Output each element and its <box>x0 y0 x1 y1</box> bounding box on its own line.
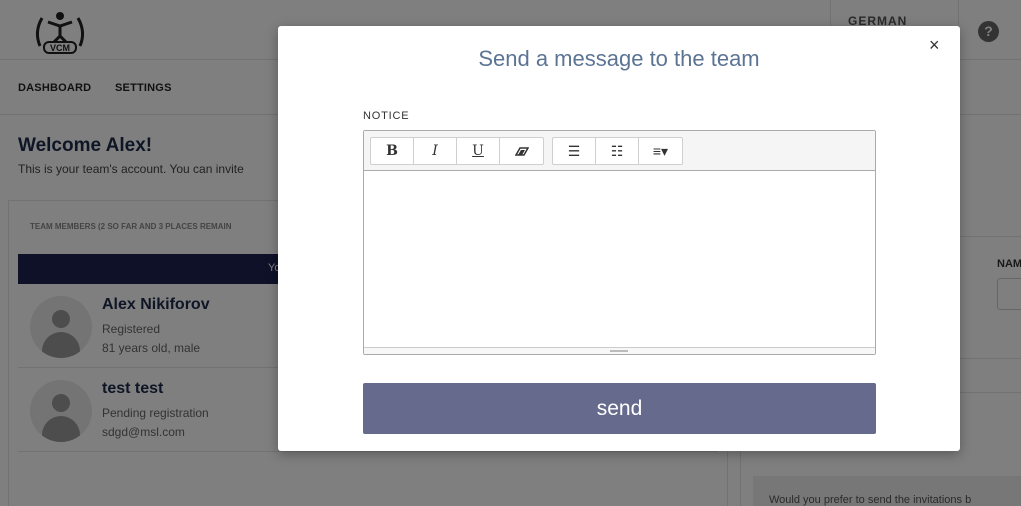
send-button[interactable]: send <box>363 383 876 434</box>
italic-button[interactable]: I <box>414 138 457 164</box>
rich-text-editor: B I U ☰ ☷ ≡▾ <box>363 130 876 355</box>
ordered-list-button[interactable]: ☷ <box>596 138 639 164</box>
unordered-list-button[interactable]: ☰ <box>553 138 596 164</box>
format-button-group: B I U <box>370 137 544 165</box>
send-message-modal: Send a message to the team × NOTICE B I … <box>278 26 960 451</box>
notice-textarea[interactable] <box>364 172 875 347</box>
close-icon[interactable]: × <box>929 35 940 56</box>
eraser-icon <box>514 147 529 156</box>
grip-icon <box>610 350 628 352</box>
notice-label: NOTICE <box>363 110 410 122</box>
modal-title: Send a message to the team <box>478 46 760 71</box>
bold-button[interactable]: B <box>371 138 414 164</box>
underline-button[interactable]: U <box>457 138 500 164</box>
align-dropdown-button[interactable]: ≡▾ <box>639 138 682 164</box>
clear-format-button[interactable] <box>500 138 543 164</box>
paragraph-button-group: ☰ ☷ ≡▾ <box>552 137 683 165</box>
editor-resize-handle[interactable] <box>364 347 875 354</box>
editor-toolbar: B I U ☰ ☷ ≡▾ <box>364 131 875 171</box>
